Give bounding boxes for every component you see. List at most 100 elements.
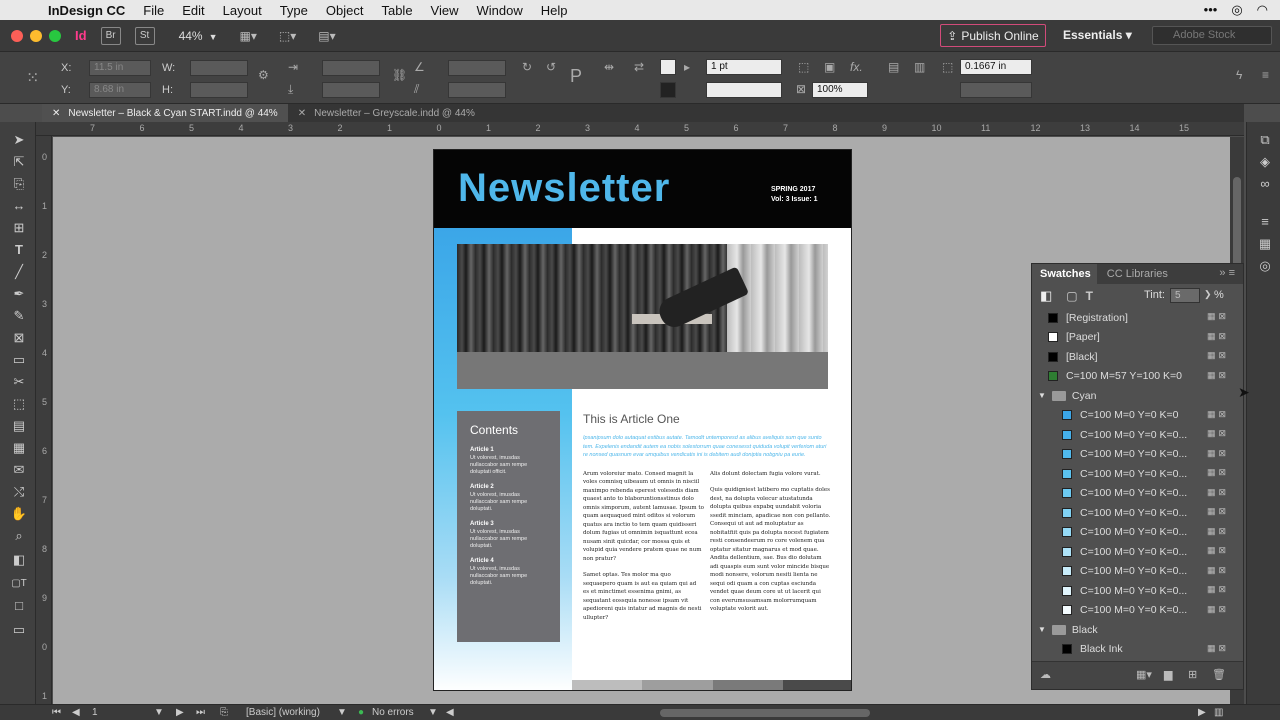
- publish-online-button[interactable]: ⇪ Publish Online: [940, 24, 1046, 47]
- menu-file[interactable]: File: [143, 3, 164, 18]
- footer-grey-bar[interactable]: [572, 680, 851, 690]
- scale-x-field[interactable]: [322, 60, 380, 76]
- wifi-icon[interactable]: ◠: [1257, 2, 1268, 18]
- w-field[interactable]: [190, 60, 248, 76]
- profile-dropdown-icon[interactable]: ▼: [337, 707, 347, 718]
- eyedropper-tool-icon[interactable]: ⤭: [8, 482, 30, 502]
- tab-newsletter-greyscale[interactable]: ✕ Newsletter – Greyscale.indd @ 44%: [288, 104, 485, 122]
- preflight-menu-icon[interactable]: ▼: [428, 707, 438, 718]
- close-tab-icon[interactable]: ✕: [52, 108, 60, 119]
- h-field[interactable]: [190, 82, 248, 98]
- creative-cloud-icon[interactable]: ◎: [1231, 2, 1242, 18]
- swatch-item[interactable]: [Black] ▦⊠: [1032, 347, 1243, 367]
- effects-icon[interactable]: fx.: [850, 60, 863, 74]
- swatch-item[interactable]: C=100 M=57 Y=100 K=0 ▦⊠: [1032, 367, 1243, 387]
- horizontal-ruler[interactable]: 7 6 5 4 3 2 1 0 1 2 3 4 5 6 7 8 9 10 11 12 13 14 15: [36, 122, 1244, 136]
- container-format-icon[interactable]: ▢: [1066, 289, 1077, 303]
- gradient-tool-icon[interactable]: ▤: [8, 416, 30, 436]
- screen-mode-icon[interactable]: ⬚▾: [279, 29, 296, 43]
- swatch-item[interactable]: Black Ink ▦⊠: [1032, 640, 1243, 659]
- swatch-item[interactable]: C=100 M=0 Y=0 K=0... ▦⊠: [1032, 523, 1243, 543]
- gradient-feather-icon[interactable]: ▦: [8, 438, 30, 458]
- y-field[interactable]: 8.68 in: [89, 82, 151, 98]
- zoom-window-button[interactable]: [49, 29, 61, 42]
- swatch-item[interactable]: C=100 M=0 Y=0 K=0... ▦⊠: [1032, 503, 1243, 523]
- swatch-item[interactable]: C=100 M=0 Y=0 K=0 ▦⊠: [1032, 406, 1243, 426]
- panel-menu-icon[interactable]: ≡: [1262, 68, 1269, 82]
- stroke-weight-field[interactable]: 1 pt: [706, 59, 782, 75]
- swatch-item[interactable]: C=100 M=0 Y=0 K=0... ▦⊠: [1032, 445, 1243, 465]
- tint-field[interactable]: 5: [1170, 288, 1200, 303]
- rectangle-frame-tool-icon[interactable]: ⊠: [8, 328, 30, 348]
- formatting-container-icon[interactable]: ▢T: [8, 574, 30, 594]
- scroll-left-icon[interactable]: ◀: [446, 707, 454, 718]
- rectangle-tool-icon[interactable]: ▭: [8, 350, 30, 370]
- swatch-item[interactable]: C=100 M=0 Y=0 K=0... ▦⊠: [1032, 464, 1243, 484]
- constrain-proportions-icon[interactable]: ⚙: [258, 68, 269, 82]
- scale-y-field[interactable]: [322, 82, 380, 98]
- line-tool-icon[interactable]: ╱: [8, 262, 30, 282]
- pencil-tool-icon[interactable]: ✎: [8, 306, 30, 326]
- stroke-type-field[interactable]: [706, 82, 782, 98]
- opacity-field[interactable]: 100%: [812, 82, 868, 98]
- shear-field[interactable]: [448, 82, 506, 98]
- links-panel-icon[interactable]: ∞: [1256, 176, 1274, 194]
- stock-button[interactable]: St: [134, 26, 155, 45]
- first-page-icon[interactable]: ⏮: [52, 707, 61, 718]
- newsletter-title[interactable]: Newsletter: [458, 166, 670, 211]
- swatch-item[interactable]: C=100 M=0 Y=0 K=0... ▦⊠: [1032, 581, 1243, 601]
- cloud-icon[interactable]: ☁: [1040, 668, 1051, 681]
- offset-field[interactable]: 0.1667 in: [960, 59, 1032, 75]
- chevron-down-icon[interactable]: ▼: [1038, 625, 1046, 634]
- minimize-window-button[interactable]: [30, 29, 42, 42]
- hand-tool-icon[interactable]: ✋: [8, 504, 30, 524]
- vertical-ruler[interactable]: 0 1 2 3 4 5 6 7 8 9 0 1: [36, 136, 52, 704]
- free-transform-tool-icon[interactable]: ⬚: [8, 394, 30, 414]
- swatch-item[interactable]: [Paper] ▦⊠: [1032, 328, 1243, 348]
- columns-icon[interactable]: ▥: [914, 60, 925, 74]
- menu-edit[interactable]: Edit: [182, 3, 204, 18]
- zoom-tool-icon[interactable]: ⌕: [8, 526, 30, 546]
- text-wrap-icon[interactable]: ▤: [888, 60, 899, 74]
- link-icon[interactable]: ⛓: [392, 68, 407, 82]
- text-format-icon[interactable]: T: [1086, 289, 1093, 303]
- new-swatch-icon[interactable]: ⊞: [1188, 668, 1197, 681]
- rotation-field[interactable]: [448, 60, 506, 76]
- type-tool-icon[interactable]: T: [8, 240, 30, 260]
- layers-panel-icon[interactable]: ◈: [1256, 154, 1274, 172]
- direct-selection-tool-icon[interactable]: ⇱: [8, 152, 30, 172]
- scroll-right-icon[interactable]: ▶: [1198, 707, 1206, 718]
- tab-swatches[interactable]: Swatches: [1032, 264, 1097, 284]
- fill-stroke-icon[interactable]: ◧: [8, 550, 30, 570]
- swatch-item[interactable]: C=100 M=0 Y=0 K=0... ▦⊠: [1032, 601, 1243, 621]
- close-window-button[interactable]: [11, 29, 23, 42]
- tint-slider-icon[interactable]: ❯: [1204, 289, 1212, 300]
- workspace-switcher[interactable]: Essentials ▾: [1063, 28, 1132, 42]
- stroke-panel-icon[interactable]: ≡: [1256, 214, 1274, 232]
- gap-tool-icon[interactable]: ↔: [8, 196, 30, 216]
- note-tool-icon[interactable]: ✉: [8, 460, 30, 480]
- content-collector-icon[interactable]: ⊞: [8, 218, 30, 238]
- arrange-documents-icon[interactable]: ▤▾: [318, 29, 335, 43]
- zoom-level-dropdown[interactable]: 44% ▼: [179, 29, 218, 43]
- stroke-swatch[interactable]: [660, 82, 676, 98]
- reference-point-icon[interactable]: ⁙: [26, 68, 39, 88]
- swatch-item[interactable]: C=100 M=0 Y=0 K=0... ▦⊠: [1032, 562, 1243, 582]
- select-content-icon[interactable]: P: [570, 66, 582, 87]
- corner-options-field[interactable]: [960, 82, 1032, 98]
- preflight-profile[interactable]: [Basic] (working): [246, 707, 320, 718]
- frame-fitting-icon[interactable]: ⬚: [798, 60, 809, 74]
- horizontal-scroll-thumb[interactable]: [660, 709, 870, 717]
- drop-shadow-icon[interactable]: ▣: [824, 60, 835, 74]
- flip-icon[interactable]: ⇄: [634, 60, 644, 74]
- flip-horizontal-icon[interactable]: ⇹: [604, 60, 614, 74]
- swatch-item[interactable]: C=100 M=0 Y=0 K=0... ▦⊠: [1032, 484, 1243, 504]
- more-icon[interactable]: •••: [1204, 2, 1218, 18]
- rotate-cw-icon[interactable]: ↻: [522, 60, 532, 74]
- apply-color-icon[interactable]: □: [8, 596, 30, 616]
- pages-panel-icon[interactable]: ⧉: [1256, 132, 1274, 150]
- rotate-ccw-icon[interactable]: ↺: [546, 60, 556, 74]
- screen-mode-tool-icon[interactable]: ▭: [8, 620, 30, 640]
- close-tab-icon[interactable]: ✕: [298, 108, 306, 119]
- delete-swatch-icon[interactable]: 🗑: [1212, 668, 1226, 681]
